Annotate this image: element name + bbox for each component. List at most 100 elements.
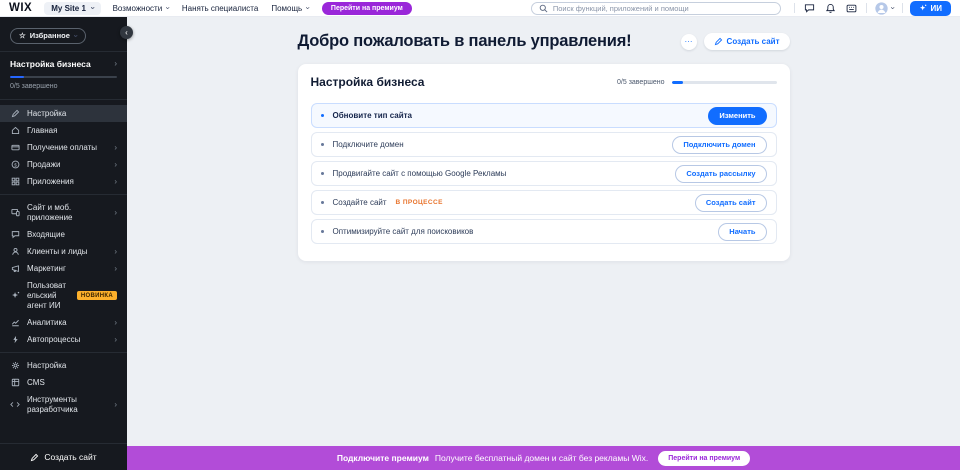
search-icon xyxy=(539,4,548,13)
sidebar-item-contacts[interactable]: Клиенты и лиды › xyxy=(0,243,127,260)
start-button[interactable]: Начать xyxy=(718,223,766,241)
setup-progress-title: Настройка бизнеса xyxy=(10,59,91,69)
in-progress-badge: В ПРОЦЕССЕ xyxy=(396,199,443,206)
more-options-button[interactable]: ··· xyxy=(681,34,697,50)
task-list: Обновите тип сайта Изменить Подключите д… xyxy=(311,103,777,244)
search-bar[interactable] xyxy=(531,2,781,15)
sidebar-item-cms[interactable]: CMS xyxy=(0,374,127,391)
chevron-right-icon: › xyxy=(114,264,117,273)
card-progress-track xyxy=(672,81,777,84)
svg-text:$: $ xyxy=(14,162,17,168)
task-row-google-ads[interactable]: Продвигайте сайт с помощью Google Реклам… xyxy=(311,161,777,186)
search-input[interactable] xyxy=(553,4,773,13)
divider xyxy=(794,3,795,13)
chevron-right-icon: › xyxy=(114,335,117,344)
sidebar-item-analytics[interactable]: Аналитика › xyxy=(0,314,127,331)
site-mobile-icon xyxy=(10,208,20,217)
chevron-right-icon: › xyxy=(114,208,117,217)
banner-text: Получите бесплатный домен и сайт без рек… xyxy=(435,453,648,463)
sidebar: ☆ Избранное › ‹ Настройка бизнеса › 0/5 … xyxy=(0,17,127,470)
payments-icon xyxy=(10,143,20,152)
go-premium-button[interactable]: Перейти на премиум xyxy=(658,451,750,466)
bullet-dot xyxy=(321,172,324,175)
banner-title: Подключите премиум xyxy=(337,453,429,463)
page-header: Добро пожаловать в панель управления! ··… xyxy=(298,32,790,51)
create-campaign-button[interactable]: Создать рассылку xyxy=(675,165,766,183)
setup-progress-section[interactable]: Настройка бизнеса › 0/5 завершено xyxy=(0,52,127,101)
sparkle-icon xyxy=(919,4,927,12)
setup-checklist-card: Настройка бизнеса 0/5 завершено Обновите… xyxy=(298,64,790,261)
card-progress-fill xyxy=(672,81,684,84)
chevron-right-icon: › xyxy=(114,143,117,152)
sidebar-item-site-mobile[interactable]: Сайт и моб. приложение › xyxy=(0,199,127,226)
wix-logo: WIX xyxy=(9,2,32,14)
sidebar-item-sales[interactable]: $ Продажи › xyxy=(0,156,127,173)
task-row-seo[interactable]: Оптимизируйте сайт для поисковиков Начат… xyxy=(311,219,777,244)
sidebar-item-inbox[interactable]: Входящие xyxy=(0,226,127,243)
chevron-right-icon: › xyxy=(114,177,117,186)
menu-help[interactable]: Помощь › xyxy=(271,4,309,13)
sidebar-item-setup[interactable]: Настройка xyxy=(0,105,127,122)
inbox-icon xyxy=(10,230,20,239)
analytics-chart-icon xyxy=(10,318,20,327)
task-row-update-site-type[interactable]: Обновите тип сайта Изменить xyxy=(311,103,777,128)
notifications-bell-icon[interactable] xyxy=(825,3,836,14)
card-progress: 0/5 завершено xyxy=(617,79,776,86)
sidebar-item-automations[interactable]: Автопроцессы › xyxy=(0,331,127,348)
main-content: Добро пожаловать в панель управления! ··… xyxy=(127,17,960,446)
chevron-right-icon: › xyxy=(114,160,117,169)
card-title: Настройка бизнеса xyxy=(311,75,425,89)
gear-icon xyxy=(10,361,20,370)
setup-progress-track xyxy=(10,76,117,79)
sidebar-item-settings[interactable]: Настройка xyxy=(0,357,127,374)
favorites-row: ☆ Избранное › ‹ xyxy=(0,17,127,52)
site-selector[interactable]: My Site 1 › xyxy=(44,2,100,15)
create-site-task-button[interactable]: Создать сайт xyxy=(695,194,767,212)
home-icon xyxy=(10,126,20,135)
sidebar-item-payments[interactable]: Получение оплаты › xyxy=(0,139,127,156)
ai-assistant-button[interactable]: ИИ xyxy=(910,1,952,16)
sidebar-item-marketing[interactable]: Маркетинг › xyxy=(0,260,127,277)
account-menu[interactable]: › xyxy=(875,2,894,15)
sidebar-item-apps[interactable]: Приложения › xyxy=(0,173,127,190)
change-button[interactable]: Изменить xyxy=(708,107,766,125)
menu-hire-professional[interactable]: Нанять специалиста xyxy=(182,4,258,13)
task-row-connect-domain[interactable]: Подключите домен Подключить домен xyxy=(311,132,777,157)
new-badge: НОВИНКА xyxy=(77,291,117,300)
sidebar-item-home[interactable]: Главная xyxy=(0,122,127,139)
sidebar-create-site-button[interactable]: Создать сайт xyxy=(0,443,127,470)
divider xyxy=(866,3,867,13)
contacts-icon xyxy=(10,247,20,256)
bullet-dot xyxy=(321,201,324,204)
create-site-button[interactable]: Создать сайт xyxy=(704,33,790,50)
chevron-right-icon: › xyxy=(114,59,117,68)
star-icon: ☆ xyxy=(19,31,26,40)
cms-icon xyxy=(10,378,20,387)
chevron-right-icon: › xyxy=(114,318,117,327)
setup-progress-label: 0/5 завершено xyxy=(10,83,117,90)
setup-progress-header[interactable]: Настройка бизнеса › xyxy=(10,59,117,69)
top-bar: WIX My Site 1 › Возможности › Нанять спе… xyxy=(0,0,960,17)
chat-icon[interactable] xyxy=(804,3,815,14)
connect-domain-button[interactable]: Подключить домен xyxy=(672,136,766,154)
setup-progress-fill xyxy=(10,76,24,79)
chevron-down-icon: › xyxy=(888,7,896,10)
collapse-sidebar-button[interactable]: ‹ xyxy=(120,26,133,39)
sidebar-item-ai-agent[interactable]: Пользовательский агент ИИ НОВИНКА xyxy=(0,277,127,314)
marketing-megaphone-icon xyxy=(10,264,20,273)
card-progress-label: 0/5 завершено xyxy=(617,79,664,86)
favorites-button[interactable]: ☆ Избранное › xyxy=(10,28,86,44)
bullet-dot xyxy=(321,230,324,233)
menu-features[interactable]: Возможности › xyxy=(113,4,169,13)
sidebar-item-devtools[interactable]: Инструменты разработчика › xyxy=(0,391,127,418)
pen-icon xyxy=(10,109,20,118)
site-name: My Site 1 xyxy=(51,4,86,13)
chevron-right-icon: › xyxy=(114,247,117,256)
avatar xyxy=(875,2,888,15)
upgrade-premium-button[interactable]: Перейти на премиум xyxy=(322,2,412,15)
sales-icon: $ xyxy=(10,160,20,169)
premium-banner: Подключите премиум Получите бесплатный д… xyxy=(127,446,960,470)
apps-grid-icon[interactable] xyxy=(846,3,857,14)
task-row-create-site[interactable]: Создайте сайт В ПРОЦЕССЕ Создать сайт xyxy=(311,190,777,215)
apps-icon xyxy=(10,177,20,186)
